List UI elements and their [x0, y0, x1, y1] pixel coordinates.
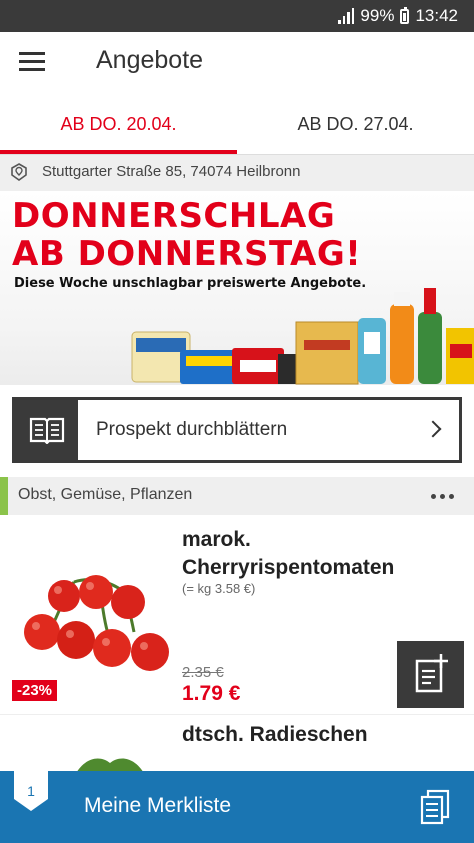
offer-price: 1.79 € [182, 682, 241, 705]
banner-headline-1: DONNERSCHLAG [12, 196, 336, 236]
app-bar: Angebote [0, 32, 474, 92]
product-card[interactable]: dtsch. Radieschen [0, 714, 474, 775]
tab-week-2[interactable]: AB DO. 27.04. [237, 92, 474, 154]
old-price: 2.35 € [182, 664, 224, 681]
browse-brochure-button[interactable]: Prospekt durchblättern [12, 397, 462, 463]
battery-icon [400, 6, 410, 24]
active-tab-indicator [0, 150, 237, 154]
browse-brochure-panel: Prospekt durchblättern [78, 400, 459, 460]
unit-price: (= kg 3.58 €) [182, 581, 256, 596]
add-to-list-icon [415, 654, 448, 693]
tab-week-1[interactable]: AB DO. 20.04. [0, 92, 237, 154]
shopping-list-bar[interactable]: 1 Meine Merkliste [0, 771, 474, 843]
page-title: Angebote [96, 46, 204, 74]
store-pin-icon [11, 163, 27, 181]
product-title-line1: marok. [182, 528, 251, 551]
clock: 13:42 [415, 6, 458, 25]
store-address: Stuttgarter Straße 85, 74074 Heilbronn [42, 163, 301, 180]
product-title-line2: Cherryrispentomaten [182, 556, 395, 579]
banner-headline-2: AB DONNERSTAG! [12, 234, 362, 274]
shopping-list-count: 1 [27, 783, 35, 799]
shopping-list-icon [420, 789, 450, 825]
battery-percent: 99% [360, 6, 395, 25]
category-color-accent [0, 477, 8, 515]
shopping-list-count-badge: 1 [14, 771, 48, 811]
signal-icon [338, 8, 355, 24]
browse-brochure-label: Prospekt durchblättern [96, 419, 288, 440]
category-header: Obst, Gemüse, Pflanzen [0, 477, 474, 515]
shopping-list-label: Meine Merkliste [84, 794, 232, 817]
discount-badge: -23% [12, 680, 58, 701]
banner-products-image [131, 288, 474, 385]
add-to-list-button[interactable] [397, 641, 464, 708]
category-label: Obst, Gemüse, Pflanzen [18, 486, 193, 503]
promo-banner[interactable]: DONNERSCHLAG AB DONNERSTAG! Diese Woche … [0, 192, 474, 385]
status-bar: 99% 13:42 [0, 0, 474, 32]
chevron-right-icon [424, 420, 442, 438]
book-icon [29, 417, 65, 444]
more-options-icon[interactable] [431, 494, 454, 499]
week-tabs: AB DO. 20.04. AB DO. 27.04. [0, 92, 474, 155]
tomatoes-image [24, 575, 169, 671]
product-title-line1: dtsch. Radieschen [182, 723, 368, 746]
store-address-bar[interactable]: Stuttgarter Straße 85, 74074 Heilbronn [0, 155, 474, 191]
product-card[interactable]: marok. Cherryrispentomaten (= kg 3.58 €)… [0, 516, 474, 714]
menu-icon[interactable] [19, 52, 45, 72]
